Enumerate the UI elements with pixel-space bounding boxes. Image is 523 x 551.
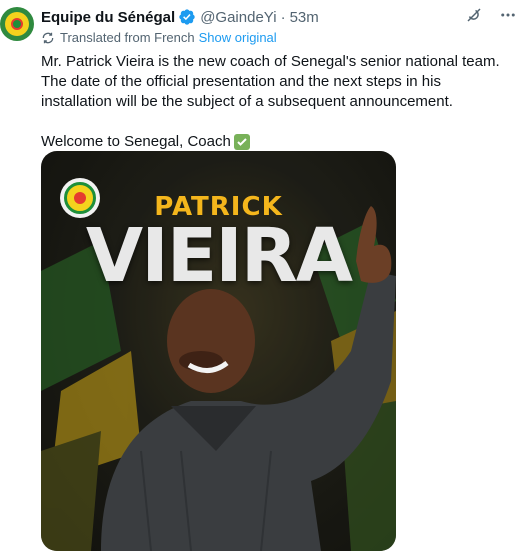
tweet[interactable]: Equipe du Sénégal @GaindeYi · 53m Transl… xyxy=(0,0,523,551)
show-original-link[interactable]: Show original xyxy=(199,30,277,45)
translation-note: Translated from French Show original xyxy=(41,30,277,45)
grok-icon[interactable] xyxy=(465,6,483,28)
media-image[interactable]: PATRICK VIEIRA xyxy=(41,151,396,551)
verified-badge-icon[interactable] xyxy=(178,8,196,26)
timestamp[interactable]: 53m xyxy=(290,9,319,26)
translate-icon xyxy=(41,31,55,45)
coach-photo xyxy=(101,206,396,551)
tweet-paragraph-2: Welcome to Senegal, Coach xyxy=(41,132,516,152)
check-mark-emoji xyxy=(233,134,250,150)
avatar[interactable] xyxy=(0,7,34,41)
tweet-text: Mr. Patrick Vieira is the new coach of S… xyxy=(41,52,516,152)
welcome-text: Welcome to Senegal, Coach xyxy=(41,133,231,150)
author-handle[interactable]: @GaindeYi xyxy=(200,9,276,26)
tweet-header: Equipe du Sénégal @GaindeYi · 53m xyxy=(41,6,523,28)
team-crest-icon xyxy=(5,12,29,36)
translated-label: Translated from French xyxy=(60,30,195,45)
tweet-paragraph-1: Mr. Patrick Vieira is the new coach of S… xyxy=(41,53,500,110)
more-icon[interactable] xyxy=(499,6,517,28)
author-name[interactable]: Equipe du Sénégal xyxy=(41,9,175,26)
separator: · xyxy=(280,8,286,26)
